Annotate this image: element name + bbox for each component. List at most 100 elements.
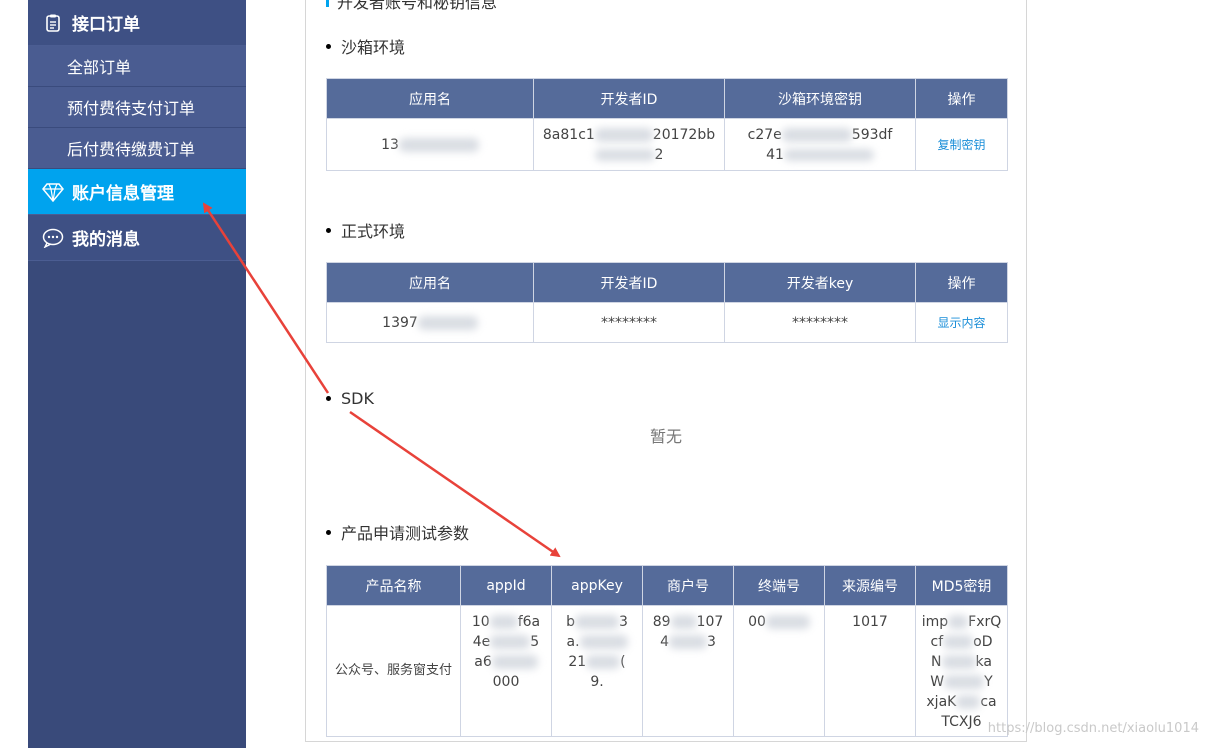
section-title: 开发者账号和秘钥信息 bbox=[337, 0, 498, 12]
cell-dev-id: 8a81c1 20172bb 2 bbox=[533, 118, 725, 171]
chat-bubble-icon bbox=[42, 227, 64, 249]
sandbox-table: 应用名 开发者ID 沙箱环境密钥 操作 13 8a81c1 20172bb 2 c… bbox=[326, 78, 1008, 171]
diamond-icon bbox=[42, 181, 64, 203]
cell-text: 13 bbox=[381, 136, 399, 153]
submenu-prepaid-orders[interactable]: 预付费待支付订单 bbox=[28, 87, 246, 128]
column-header: 产品名称 bbox=[326, 565, 461, 606]
cell-text: 593df bbox=[851, 127, 893, 143]
table-row: 公众号、服务窗支付 10 f6a 4e 5 a6 000 b3 a. 21( 9. … bbox=[326, 605, 1008, 737]
cell-text: 10 bbox=[471, 614, 490, 630]
content-panel: 开发者账号和秘钥信息 沙箱环境 应用名 开发者ID 沙箱环境密钥 操作 13 8… bbox=[305, 0, 1027, 742]
redacted-blur bbox=[941, 655, 976, 669]
redacted-blur bbox=[765, 615, 810, 629]
column-header: 沙箱环境密钥 bbox=[724, 78, 916, 119]
cell-terminal-no: 00 bbox=[733, 605, 825, 737]
bullet-dot bbox=[326, 43, 331, 49]
column-header: 开发者key bbox=[724, 262, 916, 303]
cell-text: a6 bbox=[474, 654, 492, 670]
column-header: 终端号 bbox=[733, 565, 825, 606]
column-header: 操作 bbox=[915, 262, 1008, 303]
menu-group-messages-label: 我的消息 bbox=[72, 230, 140, 250]
redacted-blur bbox=[489, 615, 518, 629]
watermark: https://blog.csdn.net/xiaolu1014 bbox=[987, 721, 1199, 736]
redacted-blur bbox=[670, 615, 697, 629]
menu-group-account[interactable]: 账户信息管理 bbox=[28, 169, 246, 215]
cell-text: 5 bbox=[530, 634, 540, 650]
column-header: MD5密钥 bbox=[915, 565, 1008, 606]
cell-text: 41 bbox=[766, 147, 784, 163]
submenu-all-orders[interactable]: 全部订单 bbox=[28, 46, 246, 87]
cell-app-id: 10 f6a 4e 5 a6 000 bbox=[460, 605, 552, 737]
cell-dev-key: ******** bbox=[724, 302, 916, 343]
cell-text: 1397 bbox=[382, 314, 418, 331]
cell-text: ka bbox=[975, 654, 992, 670]
submenu-label: 预付费待支付订单 bbox=[67, 99, 196, 118]
clipboard-icon bbox=[42, 12, 64, 34]
cell-app-key: b 3 a. 21 ( 9. bbox=[551, 605, 643, 737]
cell-md5-key: imp FxrQ cf oD Nka W Y xjaK ca TCXJ6 bbox=[915, 605, 1008, 737]
column-header: 开发者ID bbox=[533, 262, 725, 303]
cell-text: 3 bbox=[618, 614, 628, 630]
redacted-blur bbox=[781, 128, 852, 142]
cell-text: 107 bbox=[696, 614, 724, 630]
cell-text: N bbox=[931, 654, 942, 670]
sidebar: 接口订单 全部订单 预付费待支付订单 后付费待缴费订单 账户信息管理 我的消息 bbox=[28, 0, 246, 748]
cell-action: 复制密钥 bbox=[915, 118, 1008, 171]
redacted-blur bbox=[574, 615, 619, 629]
cell-text: b bbox=[566, 614, 575, 630]
menu-group-orders[interactable]: 接口订单 bbox=[28, 0, 246, 46]
product-params-table: 产品名称 appId appKey 商户号 终端号 来源编号 MD5密钥 公众号… bbox=[326, 565, 1008, 737]
cell-app-name: 13 bbox=[326, 118, 534, 171]
sandbox-heading-text: 沙箱环境 bbox=[341, 38, 406, 57]
show-content-link[interactable]: 显示内容 bbox=[937, 316, 985, 330]
cell-source-no: 1017 bbox=[824, 605, 916, 737]
cell-text: xjaK bbox=[926, 694, 957, 710]
cell-action: 显示内容 bbox=[915, 302, 1008, 343]
cell-text: W bbox=[930, 674, 945, 690]
cell-text: 9. bbox=[590, 674, 604, 690]
column-header: 商户号 bbox=[642, 565, 734, 606]
cell-text: ( bbox=[620, 654, 626, 670]
cell-text: f6a bbox=[517, 614, 541, 630]
table-header-row: 应用名 开发者ID 沙箱环境密钥 操作 bbox=[326, 78, 1008, 119]
column-header: 应用名 bbox=[326, 262, 534, 303]
cell-text: 21 bbox=[568, 654, 587, 670]
cell-text: a. bbox=[566, 634, 580, 650]
cell-text: 3 bbox=[707, 634, 716, 650]
column-header: 操作 bbox=[915, 78, 1008, 119]
redacted-blur bbox=[491, 655, 538, 669]
table-header-row: 产品名称 appId appKey 商户号 终端号 来源编号 MD5密钥 bbox=[326, 565, 1008, 606]
cell-text: oD bbox=[973, 634, 993, 650]
redacted-blur bbox=[943, 635, 974, 649]
column-header: appKey bbox=[551, 565, 643, 606]
redacted-blur bbox=[944, 675, 985, 689]
copy-key-link[interactable]: 复制密钥 bbox=[937, 138, 985, 152]
cell-text: FxrQ bbox=[968, 614, 1002, 630]
redacted-blur bbox=[669, 635, 707, 649]
table-header-row: 应用名 开发者ID 开发者key 操作 bbox=[326, 262, 1008, 303]
cell-text: 00 bbox=[748, 614, 766, 630]
submenu-postpaid-orders[interactable]: 后付费待缴费订单 bbox=[28, 128, 246, 169]
product-params-heading-text: 产品申请测试参数 bbox=[341, 524, 470, 543]
cell-text: 8a81c1 bbox=[542, 127, 595, 143]
cell-text: 89 bbox=[652, 614, 671, 630]
redacted-blur bbox=[490, 635, 531, 649]
cell-text: 000 bbox=[492, 674, 520, 690]
table-row: 13 8a81c1 20172bb 2 c27e 593df 41 复制密钥 bbox=[326, 118, 1008, 171]
redacted-blur bbox=[417, 315, 478, 330]
cell-text: c27e bbox=[747, 127, 782, 143]
bullet-dot bbox=[326, 529, 331, 535]
production-heading: 正式环境 bbox=[326, 218, 405, 242]
column-header: 应用名 bbox=[326, 78, 534, 119]
column-header: 来源编号 bbox=[824, 565, 916, 606]
bullet-dot bbox=[326, 396, 331, 401]
cell-text: 2 bbox=[654, 147, 664, 163]
menu-group-account-label: 账户信息管理 bbox=[72, 184, 174, 204]
cell-merchant-no: 89 107 4 3 bbox=[642, 605, 734, 737]
redacted-blur bbox=[948, 615, 969, 629]
cell-text: 4e bbox=[472, 634, 491, 650]
production-heading-text: 正式环境 bbox=[341, 222, 406, 241]
product-params-heading: 产品申请测试参数 bbox=[326, 520, 469, 544]
menu-group-messages[interactable]: 我的消息 bbox=[28, 215, 246, 261]
production-table: 应用名 开发者ID 开发者key 操作 1397 ******** ******… bbox=[326, 262, 1008, 343]
